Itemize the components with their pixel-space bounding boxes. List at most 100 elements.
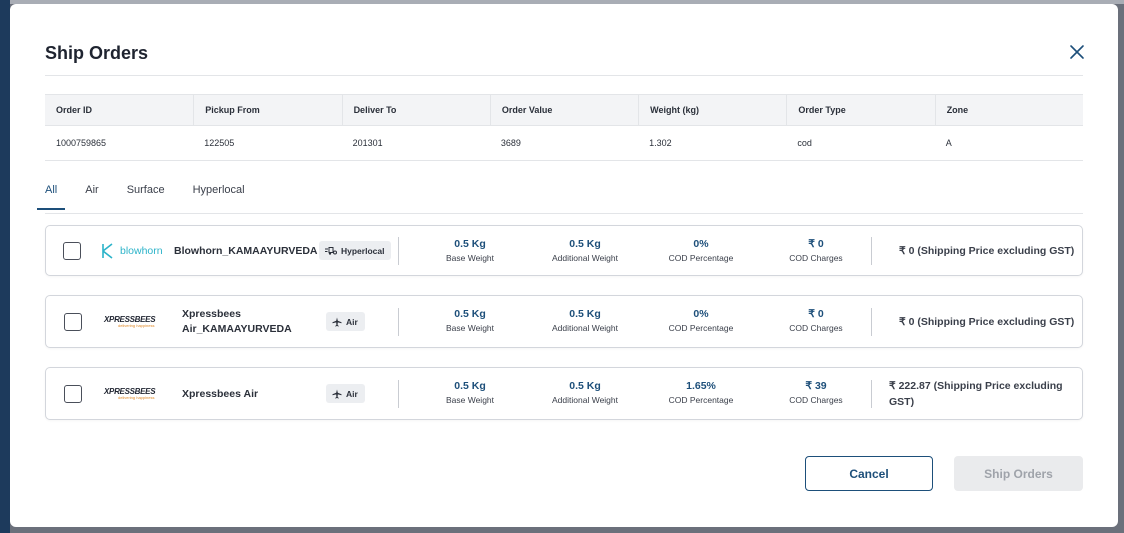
- courier-name: Blowhorn_KAMAAYURVEDA: [174, 245, 318, 257]
- additional-weight-label: Additional Weight: [552, 323, 618, 333]
- metric-base-weight: 0.5 Kg Base Weight: [415, 238, 525, 263]
- additional-weight-value: 0.5 Kg: [569, 238, 601, 250]
- base-weight-label: Base Weight: [445, 253, 495, 263]
- col-order-id: Order ID: [56, 105, 93, 115]
- blowhorn-logo: blowhorn: [101, 243, 163, 259]
- courier-name-line1: Xpressbees: [182, 308, 241, 320]
- ship-orders-button[interactable]: Ship Orders: [954, 456, 1083, 491]
- tab-all[interactable]: All: [37, 184, 66, 210]
- xpressbees-logo: XPRESSBEES delivering happiness: [104, 387, 156, 400]
- cod-percentage-value: 0%: [693, 308, 709, 320]
- cancel-button[interactable]: Cancel: [805, 456, 933, 491]
- mode-badge: Hyperlocal: [319, 241, 392, 260]
- divider: [871, 308, 872, 336]
- select-checkbox[interactable]: [64, 313, 82, 331]
- cod-percentage-label: COD Percentage: [668, 323, 734, 333]
- order-table: Order ID Pickup From Deliver To Order Va…: [45, 94, 1083, 161]
- xpressbees-tagline: delivering happiness: [118, 395, 155, 400]
- select-checkbox[interactable]: [63, 242, 81, 260]
- tab-surface[interactable]: Surface: [127, 184, 165, 210]
- cod-charges-label: COD Charges: [789, 253, 843, 263]
- additional-weight-value: 0.5 Kg: [569, 308, 601, 320]
- divider: [871, 380, 872, 408]
- courier-name: Xpressbees Air: [182, 388, 259, 400]
- divider: [871, 237, 872, 265]
- metric-additional-weight: 0.5 Kg Additional Weight: [530, 308, 640, 333]
- xpressbees-tagline: delivering happiness: [118, 323, 155, 328]
- cod-percentage-value: 1.65%: [686, 380, 716, 392]
- cell-zone: A: [945, 138, 952, 148]
- airplane-icon: [332, 317, 342, 326]
- airplane-icon: [332, 389, 342, 398]
- base-weight-value: 0.5 Kg: [454, 380, 486, 392]
- shipping-price-line1: ₹ 0 (Shipping Price excluding GST): [899, 245, 1075, 257]
- cell-order-type: cod: [797, 138, 812, 148]
- select-checkbox[interactable]: [64, 385, 82, 403]
- shipping-price-line2: GST): [889, 396, 915, 408]
- metric-base-weight: 0.5 Kg Base Weight: [415, 308, 525, 333]
- col-order-type: Order Type: [786, 95, 934, 125]
- mode-badge: Air: [326, 312, 365, 331]
- cell-pickup-from: 122505: [204, 138, 235, 148]
- courier-card-xpressbees-kamaayurveda[interactable]: XPRESSBEES delivering happiness Xpressbe…: [45, 295, 1083, 348]
- cell-order-value: 3689: [500, 138, 521, 148]
- col-deliver-to: Deliver To: [341, 95, 490, 125]
- background-sidebar: [0, 0, 10, 533]
- cell-weight: 1.302: [649, 138, 672, 148]
- shipping-price-line1: ₹ 222.87 (Shipping Price excluding: [889, 380, 1063, 392]
- col-weight: Weight (kg): [638, 95, 786, 125]
- shipping-price-line1: ₹ 0 (Shipping Price excluding GST): [899, 316, 1075, 328]
- cell-deliver-to: 201301: [352, 138, 383, 148]
- cell-order-id: 1000759865: [56, 138, 107, 148]
- courier-card-blowhorn[interactable]: blowhorn Blowhorn_KAMAAYURVEDA Hyperloca…: [45, 225, 1083, 276]
- mode-label: Hyperlocal: [341, 245, 385, 256]
- cod-charges-value: ₹ 0: [808, 308, 824, 320]
- additional-weight-label: Additional Weight: [552, 253, 618, 263]
- courier-card-xpressbees-air[interactable]: XPRESSBEES delivering happiness Xpressbe…: [45, 367, 1083, 420]
- base-weight-value: 0.5 Kg: [454, 238, 486, 250]
- close-icon[interactable]: [1068, 43, 1086, 61]
- additional-weight-label: Additional Weight: [552, 395, 618, 405]
- metric-cod-percentage: 0% COD Percentage: [646, 308, 756, 333]
- cod-charges-label: COD Charges: [789, 323, 843, 333]
- metric-cod-charges: ₹ 39 COD Charges: [761, 380, 871, 405]
- metric-cod-percentage: 0% COD Percentage: [646, 238, 756, 263]
- shipping-price: ₹ 222.87 (Shipping Price excluding GST): [889, 378, 1069, 410]
- order-table-header: Order ID Pickup From Deliver To Order Va…: [45, 94, 1083, 126]
- base-weight-value: 0.5 Kg: [454, 308, 486, 320]
- mode-label: Air: [346, 316, 358, 327]
- cod-percentage-label: COD Percentage: [668, 395, 734, 405]
- shipping-price: ₹ 0 (Shipping Price excluding GST): [899, 243, 1074, 259]
- cod-percentage-value: 0%: [693, 238, 709, 250]
- metric-cod-charges: ₹ 0 COD Charges: [761, 308, 871, 333]
- tab-air[interactable]: Air: [85, 184, 98, 210]
- metric-additional-weight: 0.5 Kg Additional Weight: [530, 380, 640, 405]
- table-row: 1000759865 122505 201301 3689 1.302 cod …: [45, 126, 1083, 161]
- cod-percentage-label: COD Percentage: [668, 253, 734, 263]
- metric-base-weight: 0.5 Kg Base Weight: [415, 380, 525, 405]
- blowhorn-logo-icon: [102, 243, 113, 259]
- divider: [398, 380, 399, 408]
- metric-cod-charges: ₹ 0 COD Charges: [761, 238, 871, 263]
- cod-charges-label: COD Charges: [789, 395, 843, 405]
- cod-charges-value: ₹ 0: [808, 238, 824, 250]
- ship-orders-modal: Ship Orders Order ID Pickup From Deliver…: [10, 4, 1118, 527]
- title-divider: [45, 75, 1083, 76]
- tabs-divider: [45, 213, 1083, 214]
- shipping-price: ₹ 0 (Shipping Price excluding GST): [899, 314, 1074, 330]
- blowhorn-logo-text: blowhorn: [120, 245, 163, 257]
- base-weight-label: Base Weight: [445, 395, 495, 405]
- base-weight-label: Base Weight: [445, 323, 495, 333]
- tab-hyperlocal[interactable]: Hyperlocal: [193, 184, 245, 210]
- mode-label: Air: [346, 388, 358, 399]
- mode-badge: Air: [326, 384, 365, 403]
- xpressbees-logo: XPRESSBEES delivering happiness: [104, 315, 156, 328]
- col-zone: Zone: [934, 95, 1083, 125]
- courier-tabs: All Air Surface Hyperlocal: [37, 184, 273, 210]
- additional-weight-value: 0.5 Kg: [569, 380, 601, 392]
- metric-cod-percentage: 1.65% COD Percentage: [646, 380, 756, 405]
- modal-title: Ship Orders: [45, 43, 149, 63]
- courier-name: Xpressbees Air_KAMAAYURVEDA: [182, 307, 292, 337]
- col-order-value: Order Value: [489, 95, 638, 125]
- courier-name-line2: Air_KAMAAYURVEDA: [182, 323, 292, 335]
